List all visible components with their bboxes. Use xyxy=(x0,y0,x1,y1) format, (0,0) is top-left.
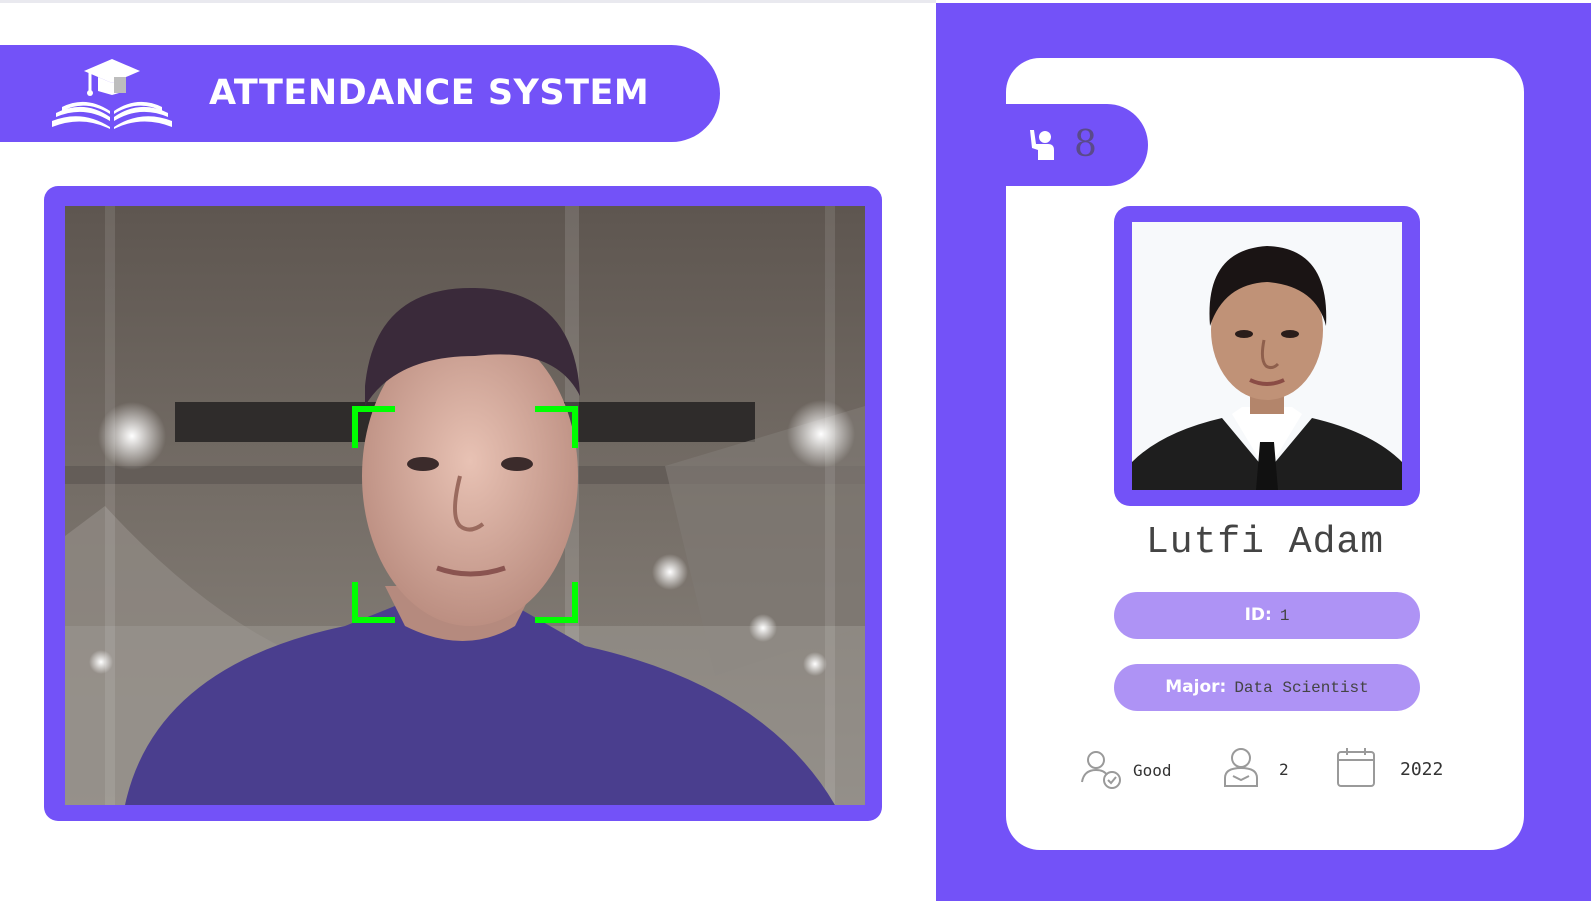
starting-year-value: 2022 xyxy=(1400,759,1444,780)
app-title: ATTENDANCE SYSTEM xyxy=(209,73,650,113)
standing-value: Good xyxy=(1133,761,1172,780)
attendance-counter: 8 xyxy=(1006,104,1148,186)
camera-feed xyxy=(65,206,865,805)
student-photo-frame xyxy=(1114,206,1420,506)
raised-hand-person-icon xyxy=(1030,130,1054,160)
top-divider xyxy=(0,0,936,3)
major-label: Major: xyxy=(1165,677,1227,697)
attendance-count: 8 xyxy=(1074,124,1097,165)
student-panel: 8 Lutfi Adam ID: 1 Major: Data Scientist… xyxy=(936,3,1591,901)
id-label: ID: xyxy=(1244,605,1272,625)
major-value: Data Scientist xyxy=(1234,679,1369,697)
student-stats: Good 2 2022 xyxy=(1006,748,1524,808)
calendar-icon xyxy=(1337,748,1375,787)
camera-frame xyxy=(44,186,882,821)
student-card: 8 Lutfi Adam ID: 1 Major: Data Scientist… xyxy=(1006,58,1524,850)
student-photo xyxy=(1132,222,1402,490)
year-value: 2 xyxy=(1279,760,1289,779)
student-major-pill: Major: Data Scientist xyxy=(1114,664,1420,711)
id-value: 1 xyxy=(1279,607,1290,625)
user-check-icon xyxy=(1081,751,1121,789)
user-icon xyxy=(1224,748,1258,787)
app-header: ATTENDANCE SYSTEM xyxy=(0,45,720,142)
graduation-book-logo xyxy=(52,59,172,129)
student-name: Lutfi Adam xyxy=(1145,521,1385,564)
student-id-pill: ID: 1 xyxy=(1114,592,1420,639)
